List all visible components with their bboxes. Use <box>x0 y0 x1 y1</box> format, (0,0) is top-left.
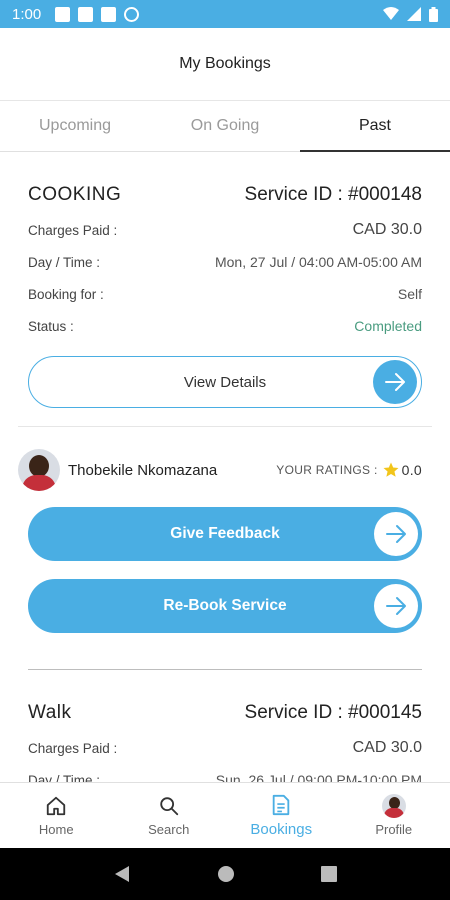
booking-tabs: Upcoming On Going Past <box>0 100 450 152</box>
booking-for-label: Booking for : <box>28 286 104 302</box>
status-row: Status : Completed <box>28 310 422 342</box>
datetime-row: Day / Time : Mon, 27 Jul / 04:00 AM-05:0… <box>28 246 422 278</box>
ratings-value: 0.0 <box>401 462 422 478</box>
divider <box>28 669 422 670</box>
rebook-service-button[interactable]: Re-Book Service <box>28 579 422 633</box>
home-icon <box>45 794 67 818</box>
booking-card: COOKING Service ID : #000148 Charges Pai… <box>0 182 450 408</box>
search-icon <box>158 794 180 818</box>
recents-icon[interactable] <box>321 866 337 882</box>
tab-ongoing[interactable]: On Going <box>150 101 300 151</box>
booking-for-row: Booking for : Self <box>28 278 422 310</box>
charges-label: Charges Paid : <box>28 740 118 756</box>
home-circle-icon[interactable] <box>217 865 235 883</box>
charges-row: Charges Paid : CAD 30.0 <box>28 214 422 246</box>
booking-card: Walk Service ID : #000145 Charges Paid :… <box>0 700 450 782</box>
signal-icon <box>407 7 421 21</box>
status-label: Status : <box>28 318 74 334</box>
nav-bookings[interactable]: Bookings <box>225 783 338 848</box>
document-icon <box>271 793 291 817</box>
provider-row: Thobekile Nkomazana YOUR RATINGS : 0.0 <box>0 447 450 493</box>
notification-icon <box>55 6 71 22</box>
datetime-value: Mon, 27 Jul / 04:00 AM-05:00 AM <box>214 254 422 270</box>
provider-name: Thobekile Nkomazana <box>68 461 218 479</box>
status-badge: Completed <box>354 318 422 334</box>
booking-for-value: Self <box>397 286 422 302</box>
rebook-service-label: Re-Book Service <box>163 597 287 614</box>
nav-profile[interactable]: Profile <box>338 783 450 848</box>
status-time: 1:00 <box>12 5 42 23</box>
sync-icon <box>124 6 140 22</box>
view-details-button[interactable]: View Details <box>28 356 422 408</box>
system-nav-bar <box>0 848 450 900</box>
arrow-right-icon <box>373 360 417 404</box>
ratings: YOUR RATINGS : 0.0 <box>276 461 422 479</box>
ratings-label: YOUR RATINGS : <box>276 463 378 477</box>
charges-value: CAD 30.0 <box>352 739 422 756</box>
notification-icon <box>78 6 94 22</box>
bookings-list[interactable]: COOKING Service ID : #000148 Charges Pai… <box>0 152 450 782</box>
give-feedback-button[interactable]: Give Feedback <box>28 507 422 561</box>
divider <box>18 426 432 427</box>
service-name: COOKING <box>28 184 122 205</box>
avatar <box>381 794 406 818</box>
tab-upcoming[interactable]: Upcoming <box>0 101 150 151</box>
charges-label: Charges Paid : <box>28 222 118 238</box>
status-bar: 1:00 <box>0 0 450 28</box>
service-id: Service ID : #000145 <box>244 702 422 723</box>
service-id: Service ID : #000148 <box>244 184 422 205</box>
tab-past[interactable]: Past <box>300 101 450 152</box>
view-details-label: View Details <box>183 373 267 391</box>
datetime-label: Day / Time : <box>28 254 101 270</box>
battery-icon <box>429 6 438 22</box>
service-name: Walk <box>28 702 72 723</box>
charges-row: Charges Paid : CAD 30.0 <box>28 732 422 764</box>
arrow-right-icon <box>374 512 418 556</box>
avatar <box>18 449 60 491</box>
nav-profile-label: Profile <box>375 822 413 837</box>
nav-home-label: Home <box>38 822 74 837</box>
notification-icon <box>101 6 117 22</box>
bottom-nav: Home Search Bookings Profile <box>0 782 450 848</box>
nav-bookings-label: Bookings <box>250 821 313 838</box>
nav-home[interactable]: Home <box>0 783 113 848</box>
page-title: My Bookings <box>179 55 271 72</box>
datetime-value: Sun, 26 Jul / 09:00 PM-10:00 PM <box>215 772 422 782</box>
arrow-right-icon <box>374 584 418 628</box>
nav-search-label: Search <box>148 822 190 837</box>
datetime-row: Day / Time : Sun, 26 Jul / 09:00 PM-10:0… <box>28 764 422 782</box>
nav-search[interactable]: Search <box>113 783 226 848</box>
app-header: My Bookings <box>0 28 450 100</box>
give-feedback-label: Give Feedback <box>170 525 280 542</box>
booking-title-row: COOKING Service ID : #000148 <box>28 182 422 208</box>
booking-title-row: Walk Service ID : #000145 <box>28 700 422 726</box>
datetime-label: Day / Time : <box>28 772 101 783</box>
back-icon[interactable] <box>113 865 131 883</box>
star-icon <box>383 462 399 477</box>
wifi-icon <box>383 7 399 20</box>
charges-value: CAD 30.0 <box>352 221 422 238</box>
